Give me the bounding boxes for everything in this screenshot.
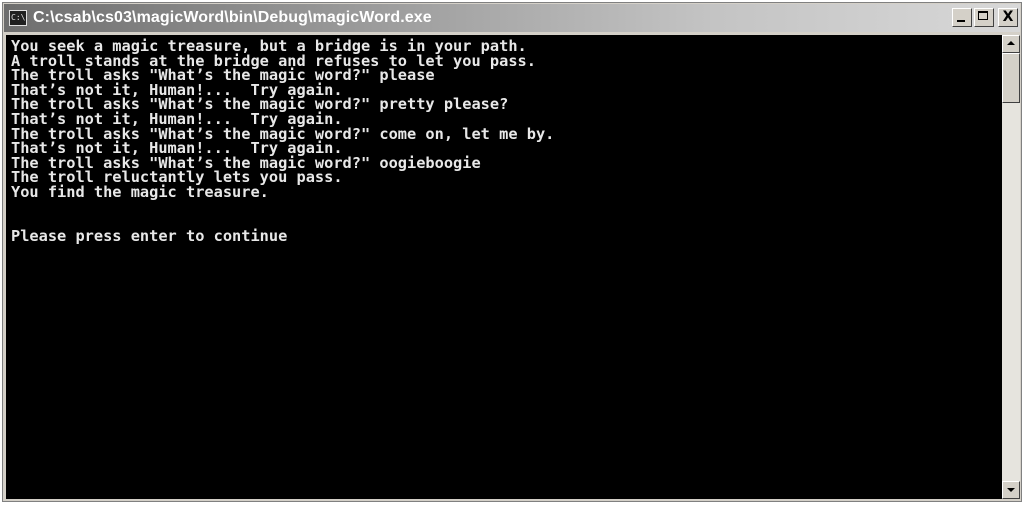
minimize-icon [957,20,965,22]
window-controls: X [952,8,1018,27]
scroll-up-button[interactable] [1002,35,1020,53]
maximize-icon [978,11,988,20]
scroll-down-button[interactable] [1002,481,1020,499]
arrow-down-icon [1007,488,1015,492]
minimize-button[interactable] [952,8,972,27]
scroll-thumb[interactable] [1002,53,1020,103]
console-line: Please press enter to continue [11,226,288,245]
close-icon: X [1002,9,1014,25]
maximize-button[interactable] [974,8,994,27]
title-bar[interactable]: C:\ C:\csab\cs03\magicWord\bin\Debug\mag… [4,4,1020,32]
console-output[interactable]: You seek a magic treasure, but a bridge … [6,35,1002,499]
console-text: You seek a magic treasure, but a bridge … [6,35,1002,243]
close-button[interactable]: X [998,8,1018,27]
window-title: C:\csab\cs03\magicWord\bin\Debug\magicWo… [33,9,432,26]
vertical-scrollbar[interactable] [1002,35,1020,499]
console-app-icon[interactable]: C:\ [9,10,27,26]
console-window: C:\ C:\csab\cs03\magicWord\bin\Debug\mag… [2,2,1022,502]
console-line: You find the magic treasure. [11,182,269,201]
arrow-up-icon [1007,41,1015,45]
